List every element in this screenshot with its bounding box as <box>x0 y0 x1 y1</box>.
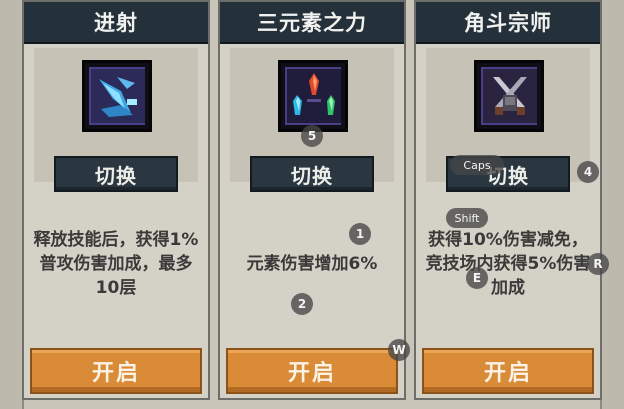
left-edge-panel <box>0 0 24 409</box>
talent-card-3: 角斗宗师 切换 获得10%伤害减免，竞技场内获得5%伤害加成 开启 <box>414 0 602 400</box>
card-title: 进射 <box>24 2 208 44</box>
key-hint-e: E <box>466 267 488 289</box>
key-hint-w: W <box>388 339 410 361</box>
key-hint-1: 1 <box>349 223 371 245</box>
key-hint-caps: Caps <box>450 155 504 175</box>
crossed-swords-icon <box>474 60 544 132</box>
switch-button[interactable]: 切换 <box>54 156 178 192</box>
talent-card-2: 三元素之力 切换 元素伤害增加6% 开启 <box>218 0 406 400</box>
three-crystals-icon <box>278 60 348 132</box>
talent-card-1: 进射 切换 释放技能后，获得1%普攻伤害加成，最多10层 开启 <box>22 0 210 400</box>
card-description: 获得10%伤害减免，竞技场内获得5%伤害加成 <box>425 230 591 298</box>
open-button[interactable]: 开启 <box>422 348 594 394</box>
blue-arrow-shard-icon <box>82 60 152 132</box>
key-hint-5: 5 <box>301 125 323 147</box>
switch-button[interactable]: 切换 <box>250 156 374 192</box>
key-hint-2: 2 <box>291 293 313 315</box>
key-hint-4: 4 <box>577 161 599 183</box>
card-title: 角斗宗师 <box>416 2 600 44</box>
key-hint-r: R <box>587 253 609 275</box>
open-button[interactable]: 开启 <box>226 348 398 394</box>
right-edge-panel <box>600 0 624 409</box>
card-title: 三元素之力 <box>220 2 404 44</box>
open-button[interactable]: 开启 <box>30 348 202 394</box>
key-hint-shift: Shift <box>446 208 488 228</box>
card-description: 释放技能后，获得1%普攻伤害加成，最多10层 <box>33 230 199 298</box>
